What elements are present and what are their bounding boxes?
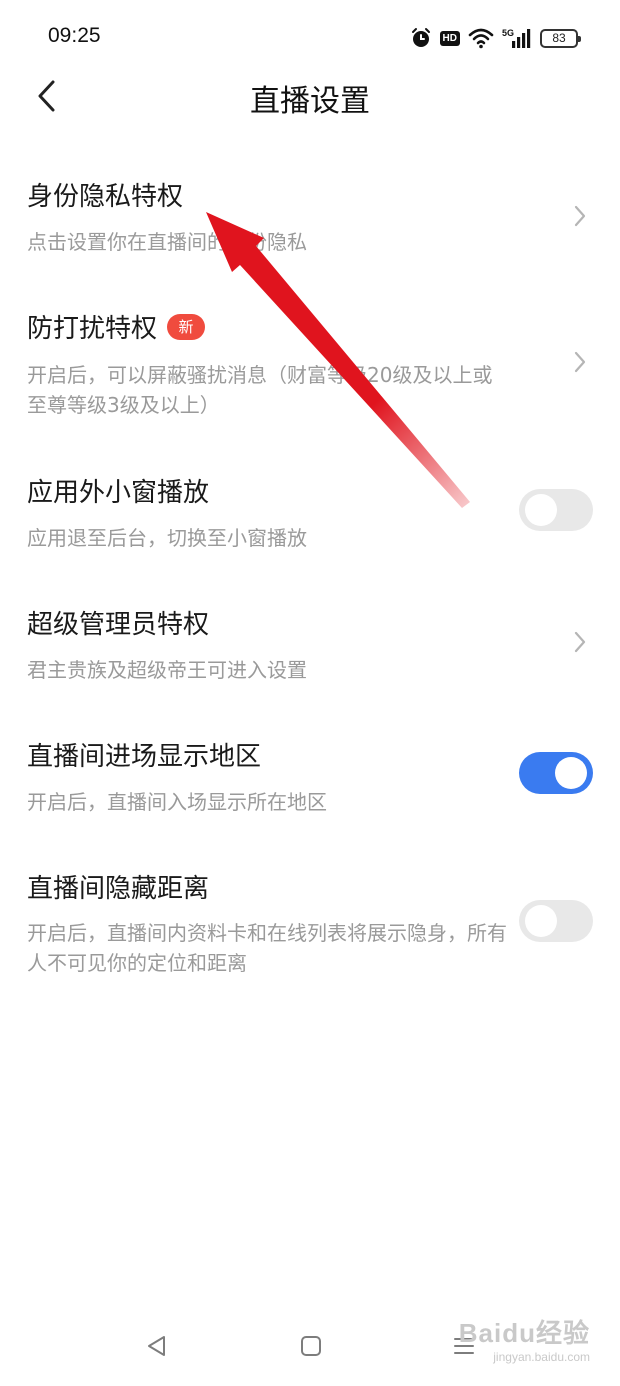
setting-description: 开启后，直播间入场显示所在地区 [27,790,327,814]
setting-item-floating-window: 应用外小窗播放 应用退至后台，切换至小窗播放 [0,437,620,567]
back-triangle-icon [148,1336,165,1356]
battery-icon: 83 [540,28,581,48]
setting-description: 开启后，直播间内资料卡和在线列表将展示隐身，所有人不可见你的定位和距离 [27,921,507,975]
network-label: 5G [502,28,514,38]
system-home-button[interactable] [291,1326,331,1366]
chevron-right-icon [570,348,590,376]
status-time: 09:25 [48,24,101,47]
system-nav-bar: Baidu经验 jingyan.baidu.com [0,1296,620,1386]
setting-description: 君主贵族及超级帝王可进入设置 [27,658,307,682]
header: 直播设置 [0,60,620,132]
setting-description: 应用退至后台，切换至小窗播放 [27,526,307,550]
floating-window-toggle[interactable] [519,489,593,531]
alarm-icon [410,27,432,49]
setting-title: 应用外小窗播放 [27,478,210,508]
setting-title: 超级管理员特权 [27,610,210,640]
show-region-toggle[interactable] [519,752,593,794]
setting-item-show-region: 直播间进场显示地区 开启后，直播间入场显示所在地区 [0,700,620,832]
hide-distance-toggle[interactable] [519,900,593,942]
setting-item-hide-distance: 直播间隐藏距离 开启后，直播间内资料卡和在线列表将展示隐身，所有人不可见你的定位… [0,832,620,992]
new-badge: 新 [167,313,206,340]
setting-item-identity-privacy[interactable]: 身份隐私特权 点击设置你在直播间的身份隐私 [0,132,620,270]
hd-icon: HD [439,30,460,46]
page-title: 直播设置 [250,84,370,119]
wifi-icon [468,27,494,49]
status-icons: HD 5G 83 [410,24,581,52]
toggle-knob [525,905,557,937]
setting-title: 身份隐私特权 [27,182,184,212]
chevron-right-icon [570,628,590,656]
toggle-knob [555,757,587,789]
setting-item-super-admin[interactable]: 超级管理员特权 君主贵族及超级帝王可进入设置 [0,568,620,700]
toggle-knob [525,494,557,526]
chevron-right-icon [570,202,590,230]
setting-title: 防打扰特权 新 [27,308,206,345]
home-square-icon [301,1336,321,1356]
signal-5g-icon: 5G [502,27,532,49]
watermark: Baidu经验 jingyan.baidu.com [459,1313,590,1364]
setting-item-anti-disturb[interactable]: 防打扰特权 新 开启后，可以屏蔽骚扰消息（财富等级20级及以上或至尊等级3级及以… [0,270,620,430]
setting-title: 直播间进场显示地区 [27,742,262,772]
watermark-main: Baidu经验 [458,1318,590,1348]
setting-description: 开启后，可以屏蔽骚扰消息（财富等级20级及以上或至尊等级3级及以上） [27,363,493,417]
system-back-button[interactable] [137,1326,177,1366]
setting-title: 直播间隐藏距离 [27,874,210,904]
watermark-sub: jingyan.baidu.com [493,1350,590,1364]
setting-description: 点击设置你在直播间的身份隐私 [27,230,307,254]
